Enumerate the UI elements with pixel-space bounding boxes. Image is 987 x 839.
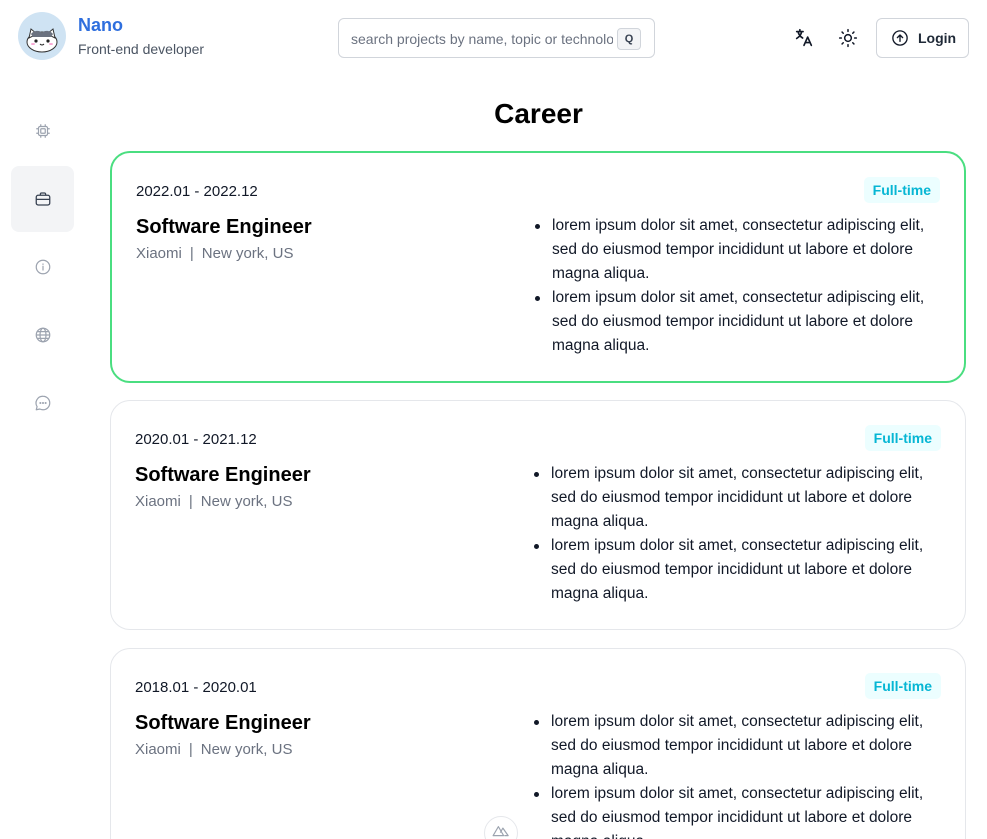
job-title: Software Engineer bbox=[136, 216, 312, 238]
login-button[interactable]: Login bbox=[876, 18, 969, 58]
header: Nano Front-end developer Q Login bbox=[0, 0, 987, 76]
job-description-list: lorem ipsum dolor sit amet, consectetur … bbox=[531, 710, 951, 839]
sun-icon bbox=[838, 28, 858, 48]
job-description-item: lorem ipsum dolor sit amet, consectetur … bbox=[531, 782, 951, 839]
job-meta: Xiaomi | New york, US bbox=[135, 741, 292, 758]
theme-toggle-button[interactable] bbox=[836, 26, 860, 50]
search-shortcut-key: Q bbox=[617, 28, 641, 50]
career-date: 2020.01 - 2021.12 bbox=[135, 431, 257, 448]
globe-icon bbox=[35, 327, 50, 343]
job-description-list: lorem ipsum dolor sit amet, consectetur … bbox=[532, 214, 952, 358]
job-title: Software Engineer bbox=[135, 712, 311, 734]
employment-type-badge: Full-time bbox=[864, 425, 941, 451]
chip-icon bbox=[35, 124, 50, 138]
sidebar-item-world[interactable] bbox=[11, 302, 74, 368]
search-input[interactable] bbox=[351, 29, 613, 49]
translate-icon bbox=[795, 28, 813, 47]
job-description-item: lorem ipsum dolor sit amet, consectetur … bbox=[531, 462, 951, 534]
meta-separator: | bbox=[188, 493, 193, 510]
page: Nano Front-end developer Q Login bbox=[0, 0, 987, 839]
career-card[interactable]: 2020.01 - 2021.12 Full-time Software Eng… bbox=[110, 400, 966, 630]
career-card[interactable]: 2022.01 - 2022.12 Full-time Software Eng… bbox=[110, 151, 966, 383]
job-description-item: lorem ipsum dolor sit amet, consectetur … bbox=[532, 286, 952, 358]
job-description-item: lorem ipsum dolor sit amet, consectetur … bbox=[531, 710, 951, 782]
meta-separator: | bbox=[188, 741, 193, 758]
career-card[interactable]: 2018.01 - 2020.01 Full-time Software Eng… bbox=[110, 648, 966, 839]
sidebar-item-contact[interactable] bbox=[11, 370, 74, 436]
sidebar-item-about[interactable] bbox=[11, 234, 74, 300]
job-location: New york, US bbox=[201, 245, 294, 262]
arrow-up-circle-icon bbox=[892, 30, 908, 46]
career-date: 2018.01 - 2020.01 bbox=[135, 679, 257, 696]
job-description-item: lorem ipsum dolor sit amet, consectetur … bbox=[532, 214, 952, 286]
sidebar-item-career[interactable] bbox=[11, 166, 74, 232]
translate-button[interactable] bbox=[792, 26, 816, 50]
employment-type-badge: Full-time bbox=[864, 673, 941, 699]
brand-role: Front-end developer bbox=[78, 41, 205, 57]
employment-type-badge: Full-time bbox=[863, 177, 940, 203]
job-location: New york, US bbox=[200, 741, 293, 758]
chat-icon bbox=[34, 395, 50, 411]
login-label: Login bbox=[918, 30, 957, 46]
sidebar-item-projects[interactable] bbox=[11, 98, 74, 164]
company-name: Xiaomi bbox=[135, 741, 181, 758]
career-date: 2022.01 - 2022.12 bbox=[136, 183, 258, 200]
job-meta: Xiaomi | New york, US bbox=[135, 493, 292, 510]
info-icon bbox=[35, 259, 50, 275]
job-meta: Xiaomi | New york, US bbox=[136, 245, 293, 262]
nuxt-logo-icon bbox=[492, 826, 509, 837]
job-title: Software Engineer bbox=[135, 464, 311, 486]
job-description-list: lorem ipsum dolor sit amet, consectetur … bbox=[531, 462, 951, 606]
search-box[interactable]: Q bbox=[338, 18, 655, 58]
page-title: Career bbox=[494, 98, 583, 129]
company-name: Xiaomi bbox=[136, 245, 182, 262]
job-location: New york, US bbox=[200, 493, 293, 510]
briefcase-icon bbox=[35, 192, 50, 206]
meta-separator: | bbox=[189, 245, 194, 262]
avatar[interactable] bbox=[18, 12, 66, 60]
company-name: Xiaomi bbox=[135, 493, 181, 510]
cat-avatar-icon bbox=[26, 28, 58, 53]
job-description-item: lorem ipsum dolor sit amet, consectetur … bbox=[531, 534, 951, 606]
brand-name[interactable]: Nano bbox=[78, 15, 123, 36]
